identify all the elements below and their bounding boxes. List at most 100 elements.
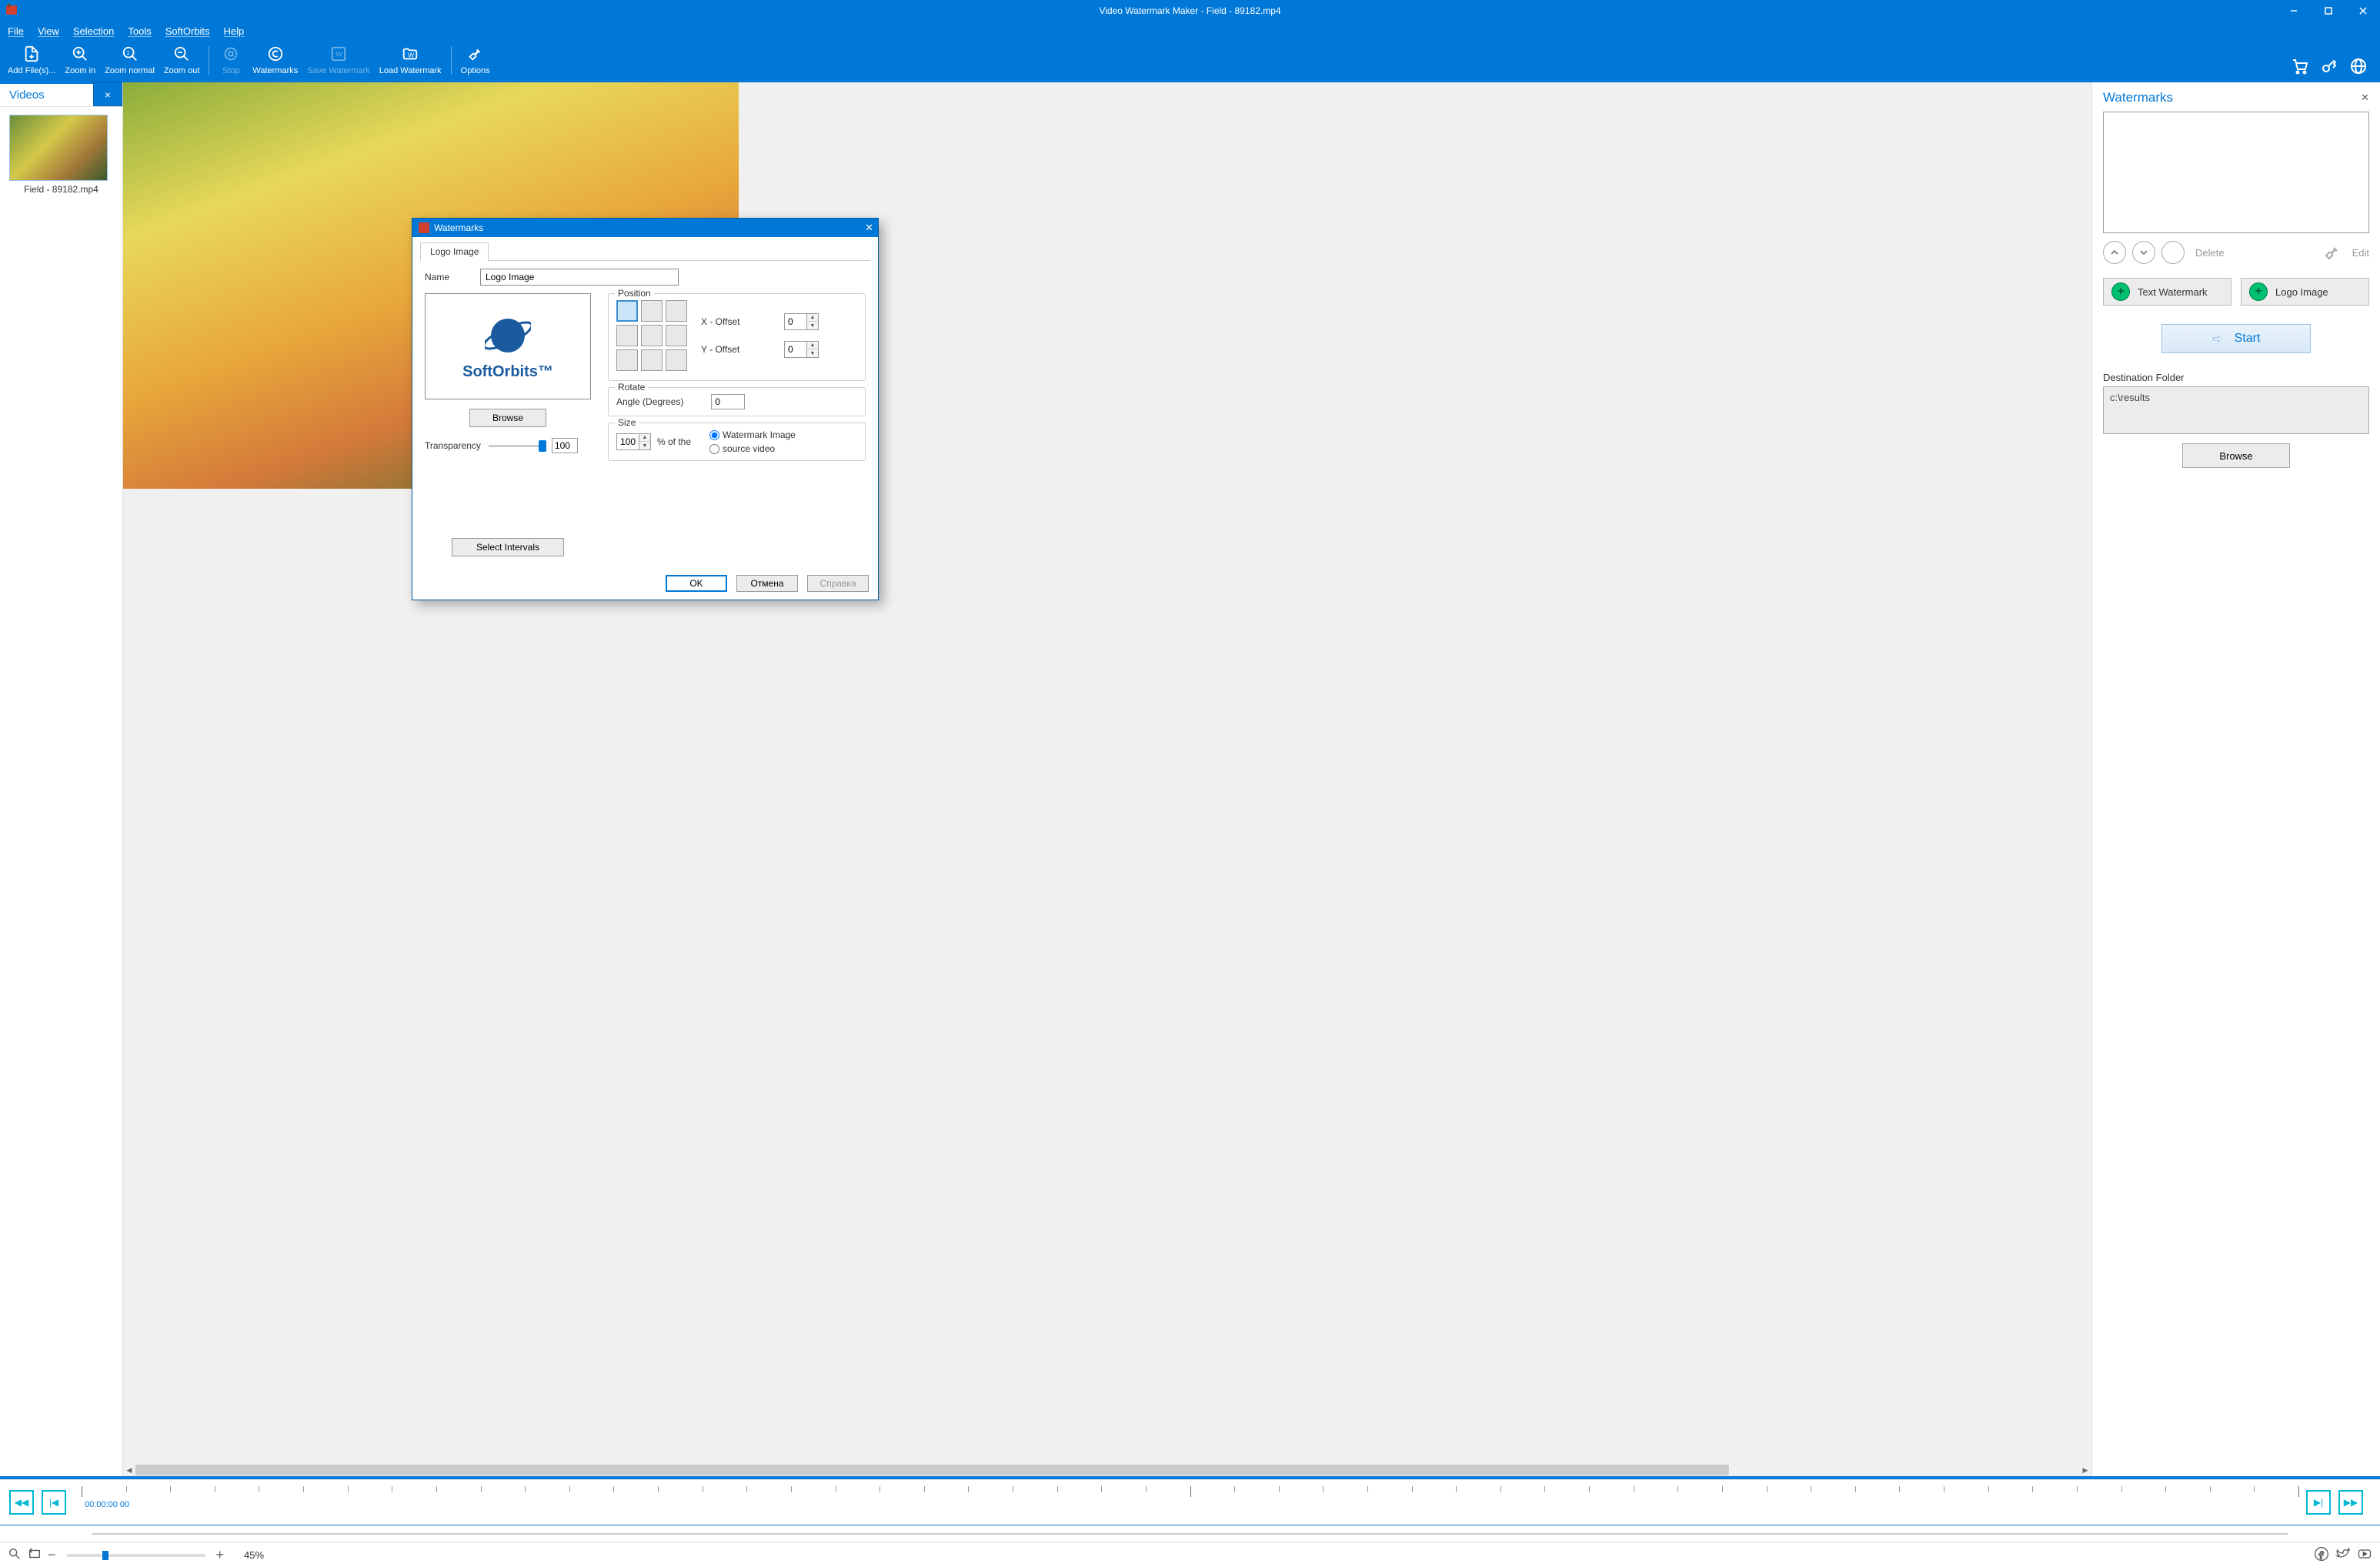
videos-tab[interactable]: Videos — [0, 82, 93, 106]
pos-mid-right[interactable] — [666, 325, 687, 346]
minimize-button[interactable] — [2276, 0, 2311, 22]
pos-top-left[interactable] — [616, 300, 638, 322]
zoom-out-button[interactable]: Zoom out — [159, 43, 204, 78]
twitter-icon[interactable] — [2335, 1546, 2351, 1564]
zoom-normal-icon: 1 — [121, 45, 139, 63]
planet-icon — [485, 312, 531, 359]
youtube-icon[interactable] — [2357, 1546, 2372, 1564]
destination-input[interactable] — [2103, 386, 2369, 434]
move-down-button[interactable] — [2132, 241, 2155, 264]
y-offset-input[interactable] — [784, 341, 807, 358]
preview-area: ◀ ▶ Watermarks ✕ Logo Image Name — [123, 82, 2091, 1476]
menu-view[interactable]: View — [38, 25, 59, 37]
select-intervals-button[interactable]: Select Intervals — [452, 538, 564, 556]
start-button[interactable]: ➪ Start — [2161, 324, 2311, 353]
pos-top-center[interactable] — [641, 300, 663, 322]
save-watermark-button: W Save Watermark — [302, 43, 375, 78]
save-icon: W — [329, 45, 348, 63]
options-button[interactable]: Options — [456, 43, 495, 78]
menubar: File View Selection Tools SoftOrbits Hel… — [0, 22, 2380, 40]
tab-close-button[interactable]: × — [93, 82, 122, 106]
watermarks-dialog: Watermarks ✕ Logo Image Name — [412, 218, 879, 600]
watermarks-button[interactable]: Watermarks — [248, 43, 302, 78]
timeline[interactable]: 00:00:00 00 — [82, 1480, 2298, 1525]
pos-top-right[interactable] — [666, 300, 687, 322]
transparency-input[interactable] — [552, 438, 578, 453]
step-forward-button[interactable]: ▶| — [2306, 1490, 2331, 1515]
menu-softorbits[interactable]: SoftOrbits — [165, 25, 210, 37]
fit-icon[interactable] — [28, 1547, 42, 1563]
angle-input[interactable] — [711, 394, 745, 409]
zoom-value: 45% — [244, 1549, 264, 1561]
size-down[interactable]: ▼ — [639, 442, 650, 449]
zoom-minus-button[interactable]: − — [48, 1547, 56, 1563]
percent-of-label: % of the — [657, 436, 691, 447]
y-offset-label: Y - Offset — [701, 344, 744, 355]
menu-file[interactable]: File — [8, 25, 24, 37]
size-input[interactable] — [616, 433, 639, 450]
name-input[interactable] — [480, 269, 679, 286]
browse-logo-button[interactable]: Browse — [469, 409, 546, 427]
close-button[interactable] — [2345, 0, 2380, 22]
load-watermark-button[interactable]: W Load Watermark — [375, 43, 446, 78]
logo-text: SoftOrbits™ — [462, 363, 553, 381]
wrench-icon[interactable] — [2323, 243, 2342, 262]
zoom-slider[interactable] — [67, 1554, 205, 1557]
zoom-out-icon — [172, 45, 191, 63]
maximize-button[interactable] — [2311, 0, 2345, 22]
delete-label[interactable]: Delete — [2195, 247, 2225, 259]
radio-watermark-image[interactable]: Watermark Image — [709, 429, 796, 440]
scroll-left-button[interactable]: ◀ — [123, 1464, 135, 1476]
x-down[interactable]: ▼ — [807, 322, 818, 329]
zoom-plus-button[interactable]: + — [216, 1547, 225, 1563]
panel-close-icon[interactable]: ✕ — [2361, 92, 2369, 104]
zoom-in-button[interactable]: Zoom in — [60, 43, 100, 78]
text-watermark-button[interactable]: + Text Watermark — [2103, 278, 2231, 306]
y-up[interactable]: ▲ — [807, 342, 818, 349]
dialog-close-button[interactable]: ✕ — [865, 222, 873, 234]
browse-destination-button[interactable]: Browse — [2182, 443, 2290, 468]
size-up[interactable]: ▲ — [639, 434, 650, 442]
logo-image-tab[interactable]: Logo Image — [420, 242, 489, 261]
logo-image-button[interactable]: + Logo Image — [2241, 278, 2369, 306]
zoom-tool-icon[interactable] — [8, 1547, 22, 1563]
menu-help[interactable]: Help — [224, 25, 245, 37]
globe-icon[interactable] — [2349, 57, 2368, 78]
step-back-button[interactable]: |◀ — [42, 1490, 66, 1515]
y-down[interactable]: ▼ — [807, 349, 818, 357]
ok-button[interactable]: OK — [666, 575, 727, 592]
transport-bar: ◀◀ |◀ 00:00:00 00 ▶| ▶▶ — [0, 1479, 2380, 1525]
transparency-slider[interactable] — [489, 445, 544, 447]
pos-bot-left[interactable] — [616, 349, 638, 371]
dialog-titlebar[interactable]: Watermarks ✕ — [412, 219, 878, 237]
svg-text:W: W — [335, 51, 342, 58]
edit-label[interactable]: Edit — [2352, 247, 2369, 259]
rotate-fieldset: Rotate Angle (Degrees) — [608, 387, 866, 416]
radio-source-video[interactable]: source video — [709, 443, 796, 454]
cancel-button[interactable]: Отмена — [736, 575, 798, 592]
x-up[interactable]: ▲ — [807, 314, 818, 322]
key-icon[interactable] — [2320, 57, 2338, 78]
position-track[interactable] — [0, 1525, 2380, 1542]
scroll-right-button[interactable]: ▶ — [2079, 1464, 2091, 1476]
rewind-button[interactable]: ◀◀ — [9, 1490, 34, 1515]
pos-bot-center[interactable] — [641, 349, 663, 371]
watermark-list[interactable] — [2103, 112, 2369, 233]
pos-mid-center[interactable] — [641, 325, 663, 346]
menu-selection[interactable]: Selection — [73, 25, 114, 37]
pos-bot-right[interactable] — [666, 349, 687, 371]
empty-circle-button[interactable] — [2161, 241, 2185, 264]
fast-forward-button[interactable]: ▶▶ — [2338, 1490, 2363, 1515]
scroll-thumb[interactable] — [135, 1465, 1729, 1475]
add-files-button[interactable]: Add File(s)... — [3, 43, 60, 78]
horizontal-scrollbar[interactable]: ◀ ▶ — [123, 1464, 2091, 1476]
facebook-icon[interactable] — [2314, 1546, 2329, 1564]
cart-icon[interactable] — [2291, 57, 2309, 78]
pos-mid-left[interactable] — [616, 325, 638, 346]
menu-tools[interactable]: Tools — [128, 25, 151, 37]
zoom-normal-button[interactable]: 1 Zoom normal — [100, 43, 159, 78]
video-thumbnail[interactable] — [9, 115, 108, 181]
copyright-icon — [266, 45, 285, 63]
x-offset-input[interactable] — [784, 313, 807, 330]
move-up-button[interactable] — [2103, 241, 2126, 264]
